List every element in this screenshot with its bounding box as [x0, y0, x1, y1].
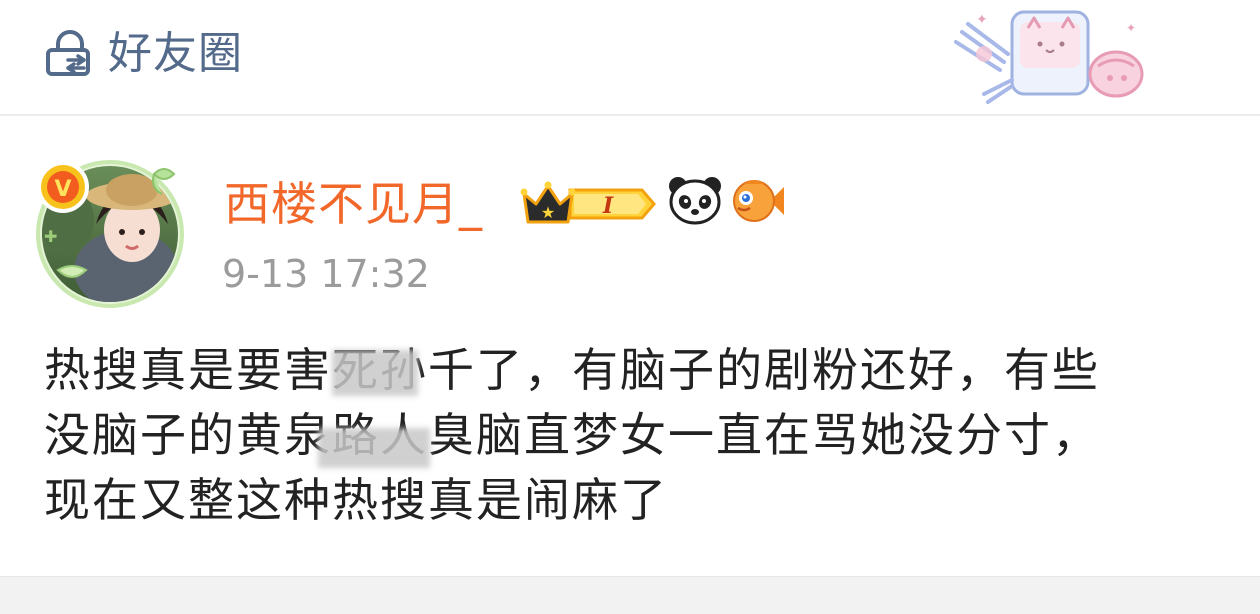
lock-cloud-icon[interactable]	[44, 30, 96, 78]
verified-badge: V	[37, 161, 89, 213]
level-badge-text: I	[602, 193, 614, 219]
censor-blur	[332, 350, 418, 396]
svg-text:★: ★	[541, 203, 555, 222]
post-timestamp: 9-13 17:32	[222, 252, 430, 296]
cat-cake-sticker: ✦ ✦	[954, 10, 1144, 104]
avatar[interactable]: ✚ V	[36, 160, 194, 308]
svg-text:✚: ✚	[44, 227, 57, 246]
panda-icon	[669, 177, 721, 225]
top-bar: 好友圈 ✦ ✦	[0, 0, 1260, 116]
post-text-line: 没脑子的黄泉路人臭脑直梦女一直在骂她没分寸，	[44, 408, 1100, 462]
svg-text:✦: ✦	[1126, 21, 1136, 35]
post-card[interactable]: ✚ V 西楼不见月_ I ★ 9-13 17:32 热搜真是要害死孙千了，有脑子…	[0, 116, 1260, 576]
svg-text:✦: ✦	[976, 12, 988, 28]
post-text-line: 热搜真是要害死孙千了，有脑子的剧粉还好，有些	[44, 343, 1100, 397]
post-body: 热搜真是要害死孙千了，有脑子的剧粉还好，有些 没脑子的黄泉路人臭脑直梦女一直在骂…	[44, 338, 1224, 533]
page: 好友圈 ✦ ✦ ✚ V 西楼不见月_ I ★ 9-13 17:32 热搜真是要害…	[0, 0, 1260, 614]
censor-blur	[318, 428, 430, 468]
fish-icon	[733, 180, 784, 222]
crown-level-badge[interactable]: I ★	[518, 176, 658, 228]
username[interactable]: 西楼不见月_	[224, 174, 483, 234]
post-text-line: 现在又整这种热搜真是闹麻了	[44, 473, 668, 527]
page-title: 好友圈	[108, 28, 243, 79]
verified-badge-letter: V	[54, 177, 71, 202]
divider-strip	[0, 576, 1260, 614]
